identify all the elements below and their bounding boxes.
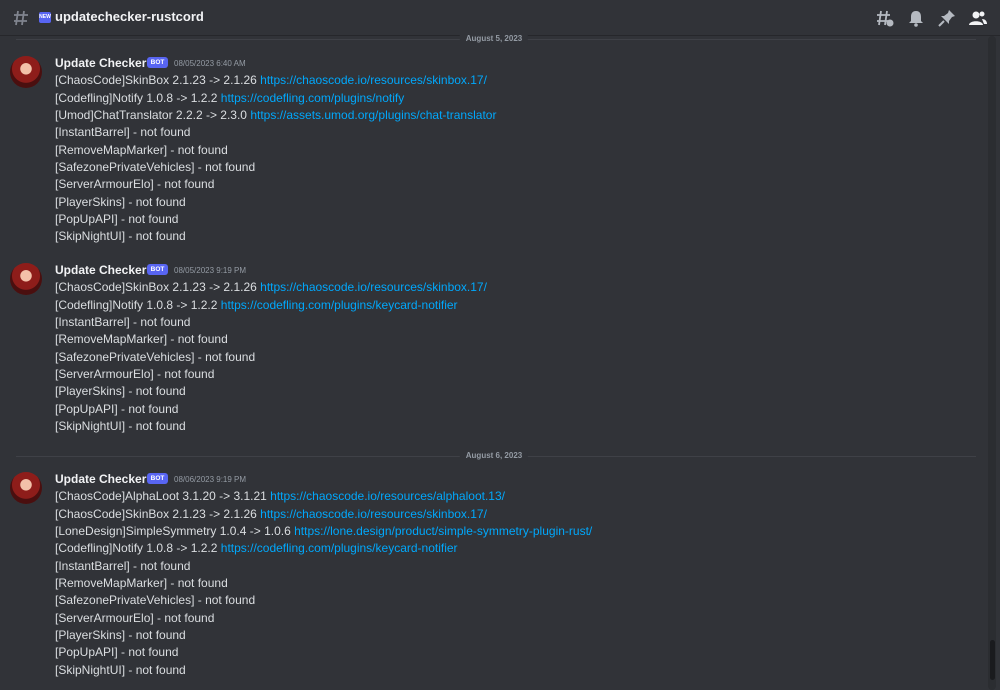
message-line: [Codefling]Notify 1.0.8 -> 1.2.2 https:/… xyxy=(55,91,405,105)
date-divider-label: August 5, 2023 xyxy=(459,34,529,44)
message-line: [ChaosCode]SkinBox 2.1.23 -> 2.1.26 http… xyxy=(55,507,487,521)
message-line: [SkipNightUI] - not found xyxy=(55,229,186,243)
link[interactable]: https://chaoscode.io/resources/skinbox.1… xyxy=(260,73,487,87)
link[interactable]: https://codefling.com/plugins/keycard-no… xyxy=(221,298,458,312)
bot-badge: BOT xyxy=(147,473,168,484)
hashtag-icon xyxy=(14,10,28,26)
message-line: [PlayerSkins] - not found xyxy=(55,628,186,642)
bell-icon[interactable] xyxy=(906,8,926,28)
message-line: [ChaosCode]SkinBox 2.1.23 -> 2.1.26 http… xyxy=(55,73,487,87)
message-line: [RemoveMapMarker] - not found xyxy=(55,332,228,346)
message-line: [SafezonePrivateVehicles] - not found xyxy=(55,593,256,607)
avatar[interactable] xyxy=(10,56,42,88)
message-line: [PopUpAPI] - not found xyxy=(55,402,179,416)
message-line: [InstantBarrel] - not found xyxy=(55,559,191,573)
link[interactable]: https://chaoscode.io/resources/skinbox.1… xyxy=(260,280,487,294)
link[interactable]: https://codefling.com/plugins/notify xyxy=(221,91,404,105)
members-icon[interactable] xyxy=(968,8,988,28)
message-line: [ServerArmourElo] - not found xyxy=(55,611,215,625)
username[interactable]: Update Checker xyxy=(55,472,146,486)
message-line: [PopUpAPI] - not found xyxy=(55,212,179,226)
link[interactable]: https://chaoscode.io/resources/alphaloot… xyxy=(270,489,505,503)
message-line: [SkipNightUI] - not found xyxy=(55,419,186,433)
message-line: [PlayerSkins] - not found xyxy=(55,384,186,398)
date-divider-label: August 6, 2023 xyxy=(459,451,529,461)
bot-badge: BOT xyxy=(147,264,168,275)
message-line: [ServerArmourElo] - not found xyxy=(55,367,215,381)
message-line: [PlayerSkins] - not found xyxy=(55,195,186,209)
channel-header: NEW updatechecker-rustcord xyxy=(0,0,1000,36)
pin-icon[interactable] xyxy=(937,8,957,28)
message-line: [ChaosCode]AlphaLoot 3.1.20 -> 3.1.21 ht… xyxy=(55,489,505,503)
message-line: [ChaosCode]SkinBox 2.1.23 -> 2.1.26 http… xyxy=(55,280,487,294)
message-line: [LoneDesign]SimpleSymmetry 1.0.4 -> 1.0.… xyxy=(55,524,593,538)
message-line: [RemoveMapMarker] - not found xyxy=(55,576,228,590)
avatar[interactable] xyxy=(10,472,42,504)
message-line: [SafezonePrivateVehicles] - not found xyxy=(55,350,256,364)
new-badge: NEW xyxy=(39,12,51,23)
link[interactable]: https://chaoscode.io/resources/skinbox.1… xyxy=(260,507,487,521)
threads-icon[interactable] xyxy=(875,8,895,28)
username[interactable]: Update Checker xyxy=(55,56,146,70)
message-line: [Codefling]Notify 1.0.8 -> 1.2.2 https:/… xyxy=(55,298,458,312)
message-line: [ServerArmourElo] - not found xyxy=(55,177,215,191)
username[interactable]: Update Checker xyxy=(55,263,146,277)
timestamp: 08/05/2023 6:40 AM xyxy=(174,59,246,68)
link[interactable]: https://codefling.com/plugins/keycard-no… xyxy=(221,541,458,555)
link[interactable]: https://lone.design/product/simple-symme… xyxy=(294,524,592,538)
timestamp: 08/05/2023 9:19 PM xyxy=(174,266,247,275)
message-line: [Codefling]Notify 1.0.8 -> 1.2.2 https:/… xyxy=(55,541,458,555)
timestamp: 08/06/2023 9:19 PM xyxy=(174,475,247,484)
message-line: [RemoveMapMarker] - not found xyxy=(55,143,228,157)
message-line: [InstantBarrel] - not found xyxy=(55,315,191,329)
avatar[interactable] xyxy=(10,263,42,295)
link[interactable]: https://assets.umod.org/plugins/chat-tra… xyxy=(250,108,496,122)
message-line: [SkipNightUI] - not found xyxy=(55,663,186,677)
bot-badge: BOT xyxy=(147,57,168,68)
message-line: [InstantBarrel] - not found xyxy=(55,125,191,139)
message-line: [PopUpAPI] - not found xyxy=(55,645,179,659)
channel-name: updatechecker-rustcord xyxy=(55,9,204,24)
scrollbar-thumb[interactable] xyxy=(990,640,995,680)
scrollbar-track[interactable] xyxy=(988,36,996,690)
message-line: [SafezonePrivateVehicles] - not found xyxy=(55,160,256,174)
message-line: [Umod]ChatTranslator 2.2.2 -> 2.3.0 http… xyxy=(55,108,497,122)
